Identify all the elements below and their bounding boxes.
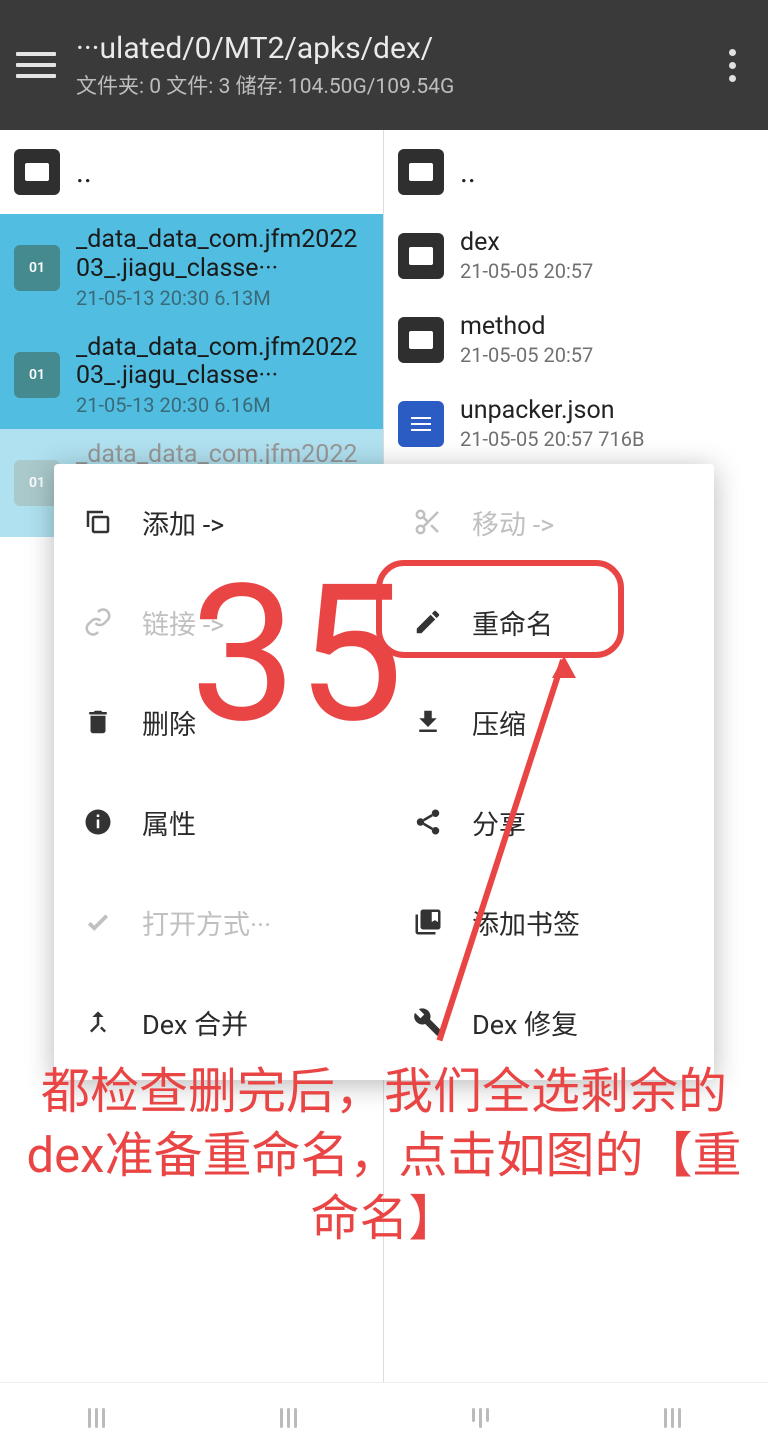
share-icon [412, 806, 444, 838]
folder-meta: 21-05-05 20:57 [460, 259, 754, 283]
context-menu: 添加 -> 移动 -> 链接 -> 重命名 删除 压缩 属性 分享 打开方式··… [54, 464, 714, 1080]
folder-icon [14, 149, 60, 195]
dex-file-icon [14, 352, 60, 398]
copy-icon [82, 506, 114, 538]
check-icon [82, 906, 114, 938]
parent-dir-label: .. [460, 155, 476, 190]
nav-extra[interactable] [664, 1408, 681, 1428]
menu-properties[interactable]: 属性 [54, 772, 384, 872]
menu-rename[interactable]: 重命名 [384, 572, 714, 672]
menu-open-with: 打开方式··· [54, 872, 384, 972]
file-meta: 21-05-13 20:30 6.13M [76, 286, 369, 310]
download-icon [412, 706, 444, 738]
menu-add[interactable]: 添加 -> [54, 472, 384, 572]
link-icon [82, 606, 114, 638]
dex-file-icon [14, 245, 60, 291]
menu-label: 添加书签 [472, 903, 580, 942]
menu-label: 链接 -> [142, 603, 224, 642]
menu-dex-repair[interactable]: Dex 修复 [384, 972, 714, 1072]
bookmark-icon [412, 906, 444, 938]
folder-icon [398, 233, 444, 279]
parent-dir-row[interactable]: .. [0, 130, 383, 214]
pencil-icon [412, 606, 444, 638]
header-text: ···ulated/0/MT2/apks/dex/ 文件夹: 0 文件: 3 储… [76, 31, 712, 100]
overflow-menu-icon[interactable] [712, 49, 752, 82]
folder-meta: 21-05-05 20:57 [460, 343, 754, 367]
storage-stats: 文件夹: 0 文件: 3 储存: 104.50G/109.54G [76, 70, 712, 100]
file-row[interactable]: _data_data_com.jfm202203_.jiagu_classe··… [0, 214, 383, 322]
info-icon [82, 806, 114, 838]
path-text[interactable]: ···ulated/0/MT2/apks/dex/ [76, 31, 712, 66]
parent-dir-row[interactable]: .. [384, 130, 768, 214]
folder-name: method [460, 313, 754, 342]
app-header: ···ulated/0/MT2/apks/dex/ 文件夹: 0 文件: 3 储… [0, 0, 768, 130]
menu-compress[interactable]: 压缩 [384, 672, 714, 772]
merge-icon [82, 1006, 114, 1038]
menu-label: 添加 -> [142, 503, 224, 542]
nav-home[interactable] [280, 1408, 297, 1428]
menu-label: 属性 [142, 803, 196, 842]
system-navbar [0, 1382, 768, 1452]
menu-label: Dex 修复 [472, 1003, 578, 1042]
trash-icon [82, 706, 114, 738]
folder-row[interactable]: dex 21-05-05 20:57 [384, 214, 768, 298]
menu-delete[interactable]: 删除 [54, 672, 384, 772]
scissors-icon [412, 506, 444, 538]
folder-row[interactable]: method 21-05-05 20:57 [384, 298, 768, 382]
menu-label: 分享 [472, 803, 526, 842]
json-file-icon [398, 401, 444, 447]
menu-label: 移动 -> [472, 503, 554, 542]
menu-label: 删除 [142, 703, 196, 742]
menu-bookmark[interactable]: 添加书签 [384, 872, 714, 972]
file-row[interactable]: unpacker.json 21-05-05 20:57 716B [384, 382, 768, 466]
file-meta: 21-05-13 20:30 6.16M [76, 393, 369, 417]
menu-label: 重命名 [472, 603, 553, 642]
file-meta: 21-05-05 20:57 716B [460, 427, 754, 451]
menu-move: 移动 -> [384, 472, 714, 572]
file-name: _data_data_com.jfm202203_.jiagu_classe··… [76, 334, 369, 392]
menu-label: Dex 合并 [142, 1003, 248, 1042]
file-row[interactable]: _data_data_com.jfm202203_.jiagu_classe··… [0, 322, 383, 430]
folder-name: dex [460, 229, 754, 258]
parent-dir-label: .. [76, 155, 92, 190]
menu-label: 打开方式··· [142, 903, 271, 942]
file-name: unpacker.json [460, 397, 754, 426]
nav-recent[interactable] [88, 1408, 105, 1428]
menu-share[interactable]: 分享 [384, 772, 714, 872]
menu-label: 压缩 [472, 703, 526, 742]
folder-icon [398, 149, 444, 195]
menu-link: 链接 -> [54, 572, 384, 672]
menu-dex-merge[interactable]: Dex 合并 [54, 972, 384, 1072]
hamburger-menu-icon[interactable] [16, 45, 56, 85]
wrench-icon [412, 1006, 444, 1038]
nav-back[interactable] [472, 1408, 489, 1428]
folder-icon [398, 317, 444, 363]
file-name: _data_data_com.jfm202203_.jiagu_classe··… [76, 226, 369, 284]
